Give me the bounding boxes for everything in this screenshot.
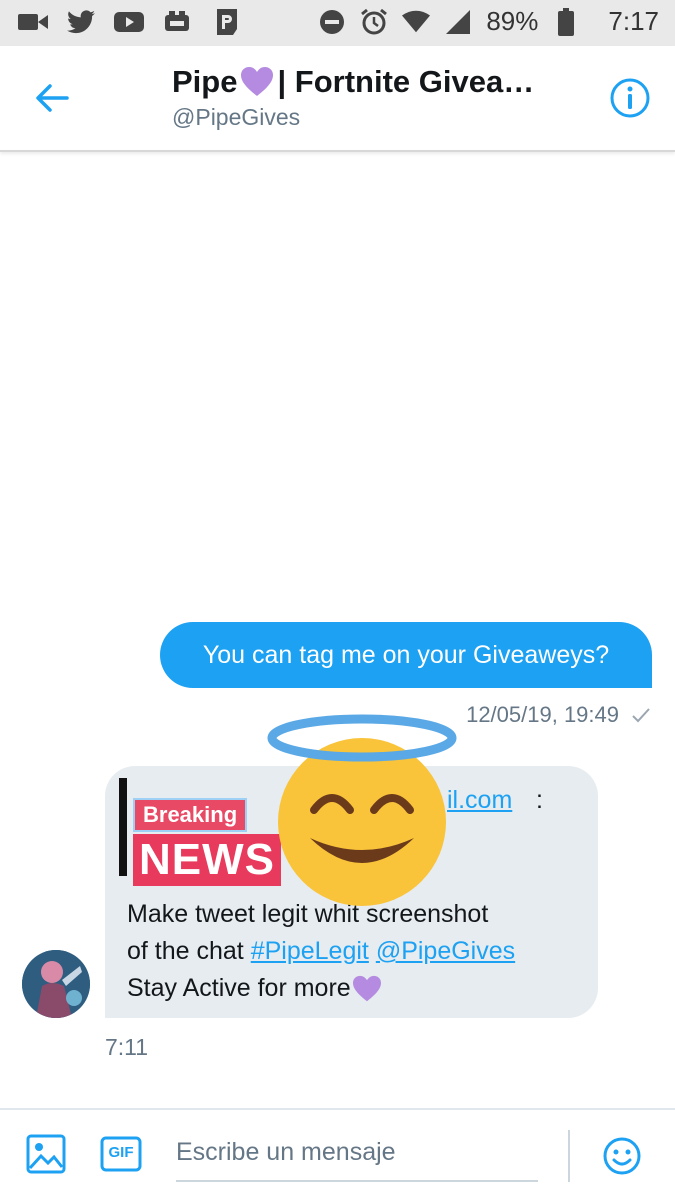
message-input[interactable] [176, 1124, 538, 1182]
back-button[interactable] [30, 76, 74, 120]
incoming-timestamp: 7:11 [105, 1034, 149, 1060]
youtube-icon [114, 8, 144, 36]
composer-divider [568, 1130, 570, 1182]
outgoing-timestamp: 12/05/19, 19:49 [466, 702, 619, 727]
news-bar [119, 778, 127, 876]
purple-heart-icon [352, 975, 381, 1001]
status-right: 89% 7:17 [318, 6, 659, 37]
game-icon [162, 8, 192, 36]
do-not-disturb-icon [318, 8, 346, 36]
email-colon: : [536, 786, 543, 814]
breaking-label: Breaking [133, 798, 248, 832]
signal-icon [444, 8, 472, 36]
conversation-header: Pipe | Fortnite Givea… @PipeGives [0, 46, 675, 152]
title-rest: | Fortnite Givea… [277, 64, 535, 99]
emoji-button[interactable] [602, 1136, 642, 1176]
image-icon [26, 1134, 66, 1174]
smiley-icon [603, 1137, 641, 1175]
info-icon [610, 78, 650, 118]
arrow-left-icon [36, 84, 69, 112]
gif-label: GIF [108, 1144, 134, 1161]
status-left-icons [18, 8, 240, 36]
twitter-icon [66, 8, 96, 36]
hashtag-link[interactable]: #PipeLegit [251, 937, 369, 965]
info-button[interactable] [608, 76, 652, 120]
battery-percent: 89% [486, 6, 539, 36]
alarm-icon [360, 8, 388, 36]
incoming-message-text: Make tweet legit whit screenshot of the … [127, 896, 587, 1007]
mention-link[interactable]: @PipeGives [376, 937, 515, 965]
angel-emoji-icon [267, 714, 457, 906]
outgoing-message-meta: 12/05/19, 19:49 [466, 702, 651, 728]
purple-heart-icon [241, 67, 274, 96]
page-title: Pipe | Fortnite Givea… [172, 64, 572, 100]
message-line-3-text: Stay Active for more [127, 974, 351, 1002]
message-line-2-text: of the chat [127, 937, 251, 965]
message-line-2: of the chat #PipeLegit @PipeGives [127, 933, 587, 970]
status-bar: 89% 7:17 [0, 0, 675, 46]
header-title-block[interactable]: Pipe | Fortnite Givea… @PipeGives [172, 64, 572, 131]
avatar[interactable] [22, 950, 90, 1018]
header-handle: @PipeGives [172, 104, 301, 130]
video-camera-icon [18, 8, 48, 36]
news-label: NEWS [133, 834, 281, 886]
add-image-button[interactable] [26, 1134, 66, 1174]
message-line-3: Stay Active for more [127, 970, 587, 1007]
add-gif-button[interactable]: GIF [100, 1136, 142, 1172]
battery-icon [552, 7, 580, 36]
status-time: 7:17 [608, 6, 659, 36]
breaking-news-graphic: Breaking NEWS [119, 778, 281, 886]
wifi-icon [402, 8, 431, 36]
title-name: Pipe [172, 64, 238, 99]
checkmark-icon [632, 708, 650, 723]
outgoing-message-bubble[interactable]: You can tag me on your Giveaweys? [160, 622, 652, 688]
message-composer: GIF [0, 1108, 675, 1202]
outgoing-message-text: You can tag me on your Giveaweys? [202, 640, 610, 669]
p-app-icon [210, 8, 240, 36]
